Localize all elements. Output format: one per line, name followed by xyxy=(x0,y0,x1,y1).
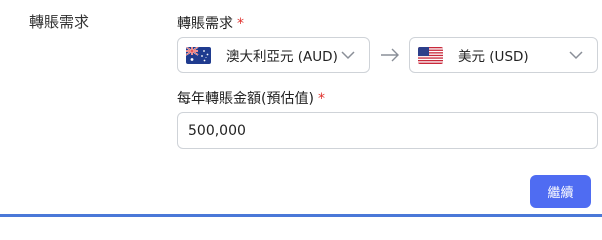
arrow-right-icon xyxy=(380,47,400,62)
required-mark: * xyxy=(317,91,325,107)
bottom-divider xyxy=(0,214,602,217)
us-flag-icon xyxy=(418,46,443,64)
australia-flag-icon xyxy=(186,46,211,64)
amount-input[interactable]: 500,000 xyxy=(177,112,598,149)
chevron-down-icon xyxy=(340,49,356,61)
transfer-label-text: 轉賬需求 xyxy=(177,16,233,32)
from-currency-select[interactable]: 澳大利亞元 (AUD) xyxy=(177,37,370,73)
chevron-down-icon xyxy=(568,49,584,61)
to-currency-select[interactable]: 美元 (USD) xyxy=(409,37,598,73)
transfer-label: 轉賬需求 * xyxy=(177,13,244,33)
continue-button[interactable]: 繼續 xyxy=(530,175,591,208)
required-mark: * xyxy=(237,16,244,32)
section-title: 轉賬需求 xyxy=(29,13,90,31)
amount-label: 每年轉賬金額(預估值) * xyxy=(177,88,325,108)
amount-label-text: 每年轉賬金額(預估值) xyxy=(177,91,314,107)
from-currency-label: 澳大利亞元 (AUD) xyxy=(226,49,338,65)
to-currency-label: 美元 (USD) xyxy=(458,49,529,65)
